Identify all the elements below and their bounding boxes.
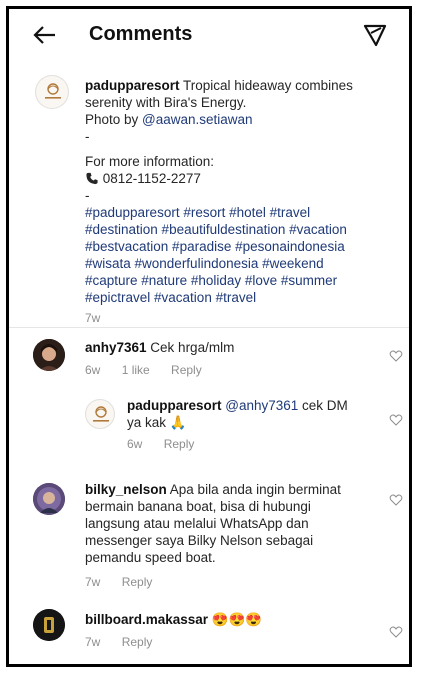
reply-button[interactable]: Reply	[164, 437, 195, 451]
hashtags-block[interactable]: #padupparesort #resort #hotel #travel #de…	[85, 204, 397, 306]
top-bar: Comments	[9, 9, 409, 67]
comment-text: Cek hrga/mlm	[146, 340, 235, 355]
resort-logo-avatar[interactable]	[85, 399, 115, 429]
comment-time: 6w	[85, 363, 101, 377]
caption-time: 7w	[85, 311, 101, 325]
comment-time: 7w	[85, 635, 101, 649]
caption-username[interactable]: padupparesort	[85, 78, 180, 93]
filter-icon[interactable]	[361, 21, 389, 49]
comment-text-4: messenger saya Bilky Nelson sebagai	[85, 533, 314, 548]
reply-comment-item: padupparesort @anhy7361 cek DM ya kak 🙏 …	[9, 395, 409, 453]
avatar-photo-icon	[33, 339, 65, 371]
logo-icon	[93, 406, 109, 422]
comment-item: billboard.makassar 😍😍😍 7w Reply	[9, 607, 409, 655]
caption-divider	[9, 327, 409, 328]
photographer-mention[interactable]: @aawan.setiawan	[142, 112, 253, 127]
comment-username[interactable]: anhy7361	[85, 340, 147, 355]
heart-icon[interactable]	[389, 625, 403, 639]
avatar[interactable]	[33, 483, 65, 515]
post-caption: padupparesort Tropical hideaway combines…	[9, 67, 409, 329]
heart-icon[interactable]	[389, 349, 403, 363]
caption-dash-2: -	[85, 188, 90, 203]
page-title: Comments	[89, 23, 193, 45]
photo-by-label: Photo by	[85, 112, 143, 127]
comment-username[interactable]: padupparesort	[127, 398, 222, 413]
hashtag-line[interactable]: #destination #beautifuldestination #vaca…	[85, 221, 397, 238]
hashtag-line[interactable]: #bestvacation #paradise #pesonaindonesia	[85, 238, 397, 255]
arrow-left-icon[interactable]	[31, 21, 59, 49]
comment-mention[interactable]: @anhy7361	[222, 398, 298, 413]
avatar[interactable]	[33, 339, 65, 371]
comment-text-3: langsung atau melalui WhatsApp dan	[85, 516, 309, 531]
comment-item: bilky_nelson Apa bila anda ingin bermina…	[9, 479, 409, 591]
hashtag-line[interactable]: #epictravel #vacation #travel	[85, 289, 397, 306]
avatar-photo-icon	[33, 483, 65, 515]
comment-text: 😍😍😍	[208, 612, 263, 627]
heart-icon[interactable]	[389, 413, 403, 427]
comment-item: anhy7361 Cek hrga/mlm 6w 1 like Reply	[9, 337, 409, 385]
caption-text: padupparesort Tropical hideaway combines…	[85, 77, 397, 327]
more-info-label: For more information:	[85, 154, 215, 169]
comment-username[interactable]: bilky_nelson	[85, 482, 167, 497]
reply-button[interactable]: Reply	[122, 575, 153, 589]
comment-text-5: pemandu speed boat.	[85, 550, 216, 565]
reply-button[interactable]: Reply	[171, 363, 202, 377]
comment-text: cek DM	[298, 398, 348, 413]
screenshot-frame: Comments padupparesort Tropical hideaway…	[6, 6, 412, 667]
avatar[interactable]	[33, 609, 65, 641]
hashtag-line[interactable]: #wisata #wonderfulindonesia #weekend	[85, 255, 397, 272]
comment-text-2: bermain banana boat, bisa di hubungi	[85, 499, 311, 514]
phone-number[interactable]: 0812-1152-2277	[103, 171, 201, 186]
comment-text: Apa bila anda ingin berminat	[166, 482, 341, 497]
hashtag-line[interactable]: #padupparesort #resort #hotel #travel	[85, 204, 397, 221]
reply-button[interactable]: Reply	[122, 635, 153, 649]
resort-logo-avatar[interactable]	[35, 75, 69, 109]
pray-emoji: 🙏	[169, 415, 187, 430]
comment-time: 7w	[85, 575, 101, 589]
heart-icon[interactable]	[389, 493, 403, 507]
comment-likes[interactable]: 1 like	[122, 363, 150, 377]
phone-icon	[86, 172, 98, 185]
caption-line-1: Tropical hideaway combines	[179, 78, 353, 93]
hashtag-line[interactable]: #capture #nature #holiday #love #summer	[85, 272, 397, 289]
comment-time: 6w	[127, 437, 143, 451]
caption-dash: -	[85, 129, 90, 144]
logo-icon	[45, 83, 61, 99]
caption-line-2: serenity with Bira's Energy.	[85, 95, 247, 110]
avatar-logo-icon	[33, 609, 65, 641]
comment-text-2: ya kak	[127, 415, 170, 430]
comment-username[interactable]: billboard.makassar	[85, 612, 208, 627]
